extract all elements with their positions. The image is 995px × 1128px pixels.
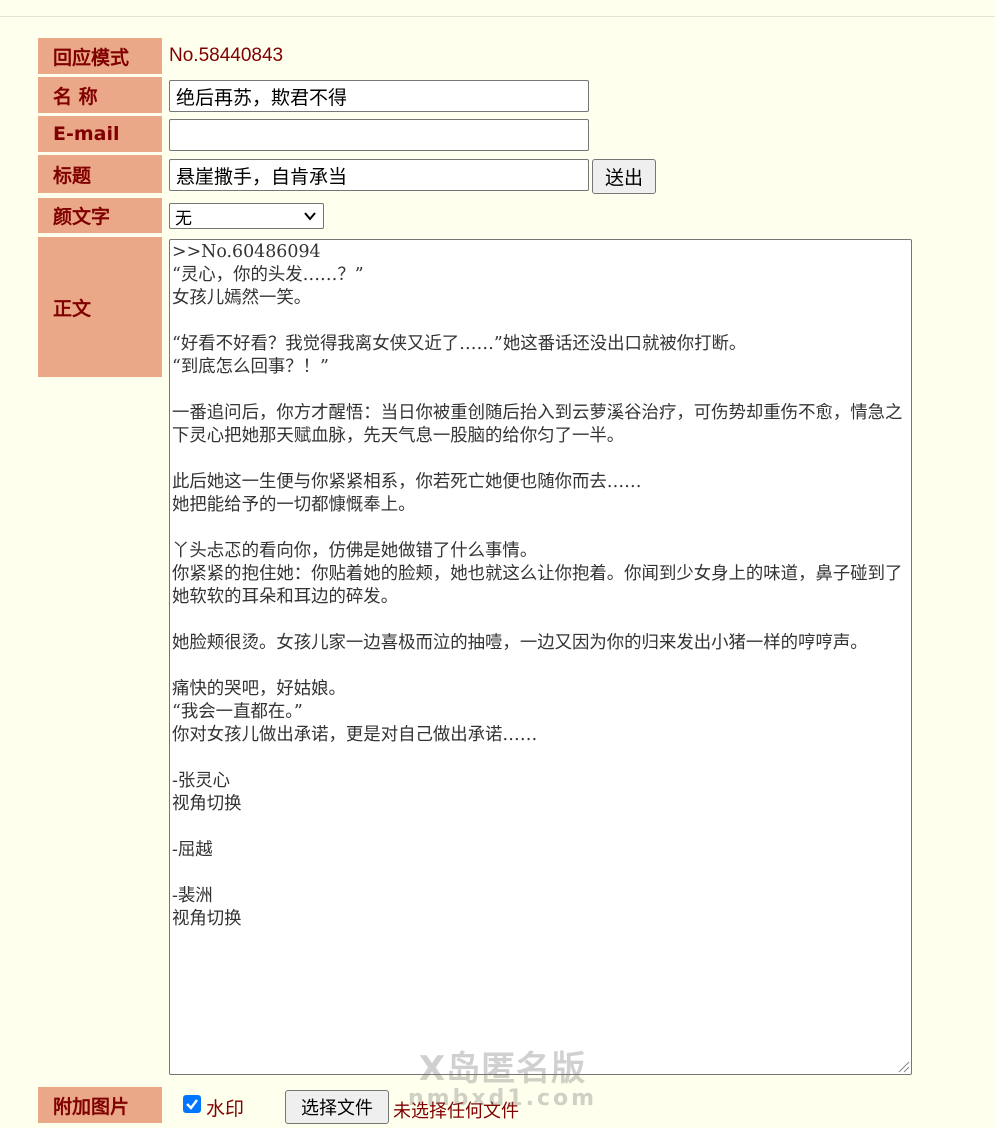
body-label-text: 正文 [53,297,92,320]
name-label: 名 称 [38,77,162,113]
reply-mode-label: 回应模式 [38,38,162,74]
attach-image-label-text: 附加图片 [53,1095,130,1118]
kaomoji-select[interactable]: 无 [169,203,324,229]
email-input[interactable] [169,119,589,151]
name-label-text: 名 称 [53,85,98,108]
attach-image-label: 附加图片 [38,1087,162,1123]
body-textarea[interactable]: >>No.60486094 “灵心，你的头发……？” 女孩儿嫣然一笑。 “好看不… [169,239,912,1075]
kaomoji-label: 颜文字 [38,198,162,233]
no-file-text: 未选择任何文件 [393,1101,519,1122]
reply-mode-value: No.58440843 [169,45,284,66]
email-label: E-mail [38,116,162,152]
email-label-text: E-mail [53,123,120,145]
submit-button[interactable]: 送出 [592,159,656,194]
checkmark-icon [186,1099,198,1110]
title-input[interactable]: 悬崖撒手，自肯承当 [169,159,589,191]
resize-grip-icon[interactable] [896,1059,910,1073]
title-label: 标题 [38,155,162,193]
chevron-down-icon [304,212,316,221]
kaomoji-selected-value: 无 [175,208,192,229]
choose-file-button[interactable]: 选择文件 [285,1090,389,1124]
title-label-text: 标题 [53,164,92,187]
kaomoji-label-text: 颜文字 [53,206,111,228]
reply-mode-label-text: 回应模式 [53,46,130,69]
top-divider [0,16,995,17]
watermark-checkbox[interactable] [183,1095,201,1113]
name-input[interactable]: 绝后再苏，欺君不得 [169,80,589,112]
body-label: 正文 [38,237,162,377]
watermark-label: 水印 [206,1098,245,1120]
